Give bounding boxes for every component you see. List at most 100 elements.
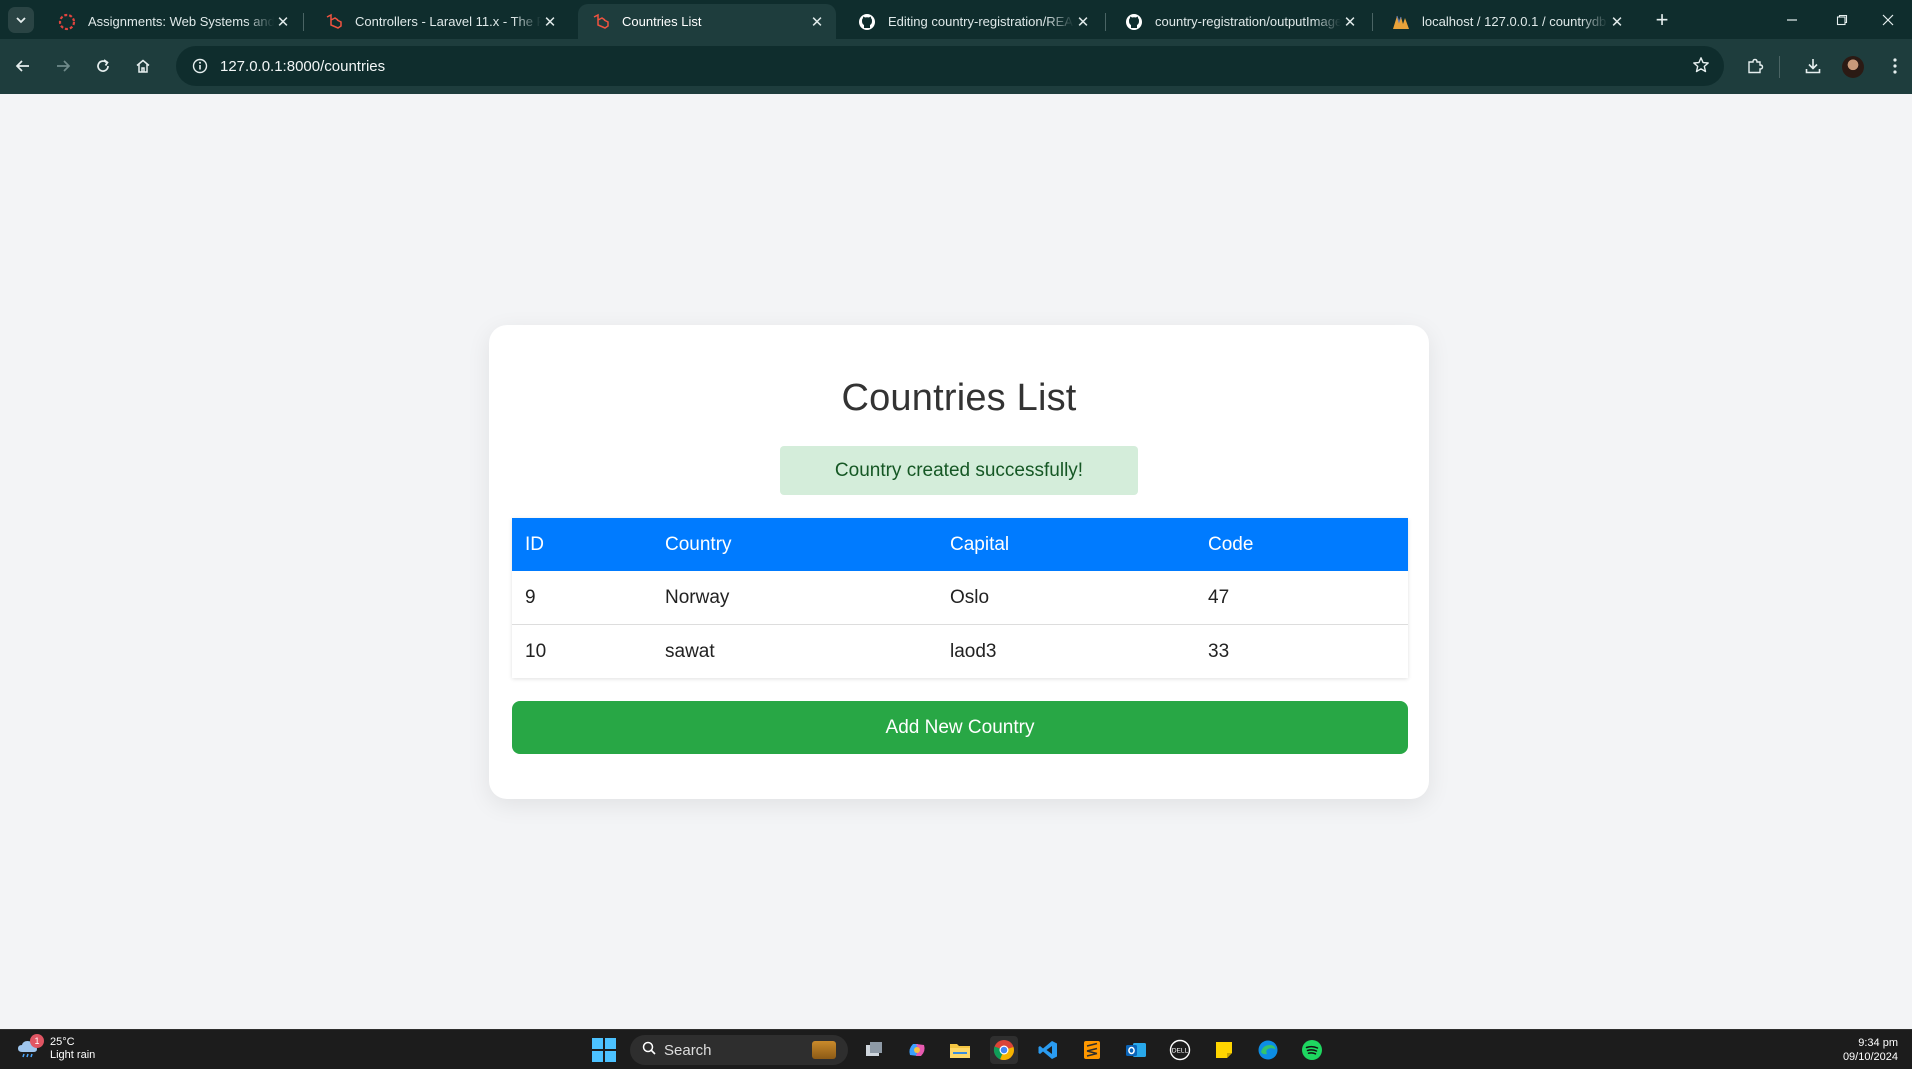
laravel-icon: [592, 13, 610, 31]
taskbar-search[interactable]: Search: [630, 1035, 848, 1065]
column-header-country: Country: [652, 518, 937, 571]
browser-toolbar: 127.0.0.1:8000/countries: [0, 39, 1912, 94]
start-button[interactable]: [592, 1038, 616, 1062]
cell-country: Norway: [652, 571, 937, 625]
table-row: 10 sawat laod3 33: [512, 624, 1408, 678]
column-header-id: ID: [512, 518, 652, 571]
task-view-icon[interactable]: [860, 1036, 888, 1064]
rain-cloud-icon: 1: [16, 1034, 44, 1060]
tab-search-button[interactable]: [8, 6, 34, 33]
tab-phpmyadmin[interactable]: localhost / 127.0.0.1 / countrydb / ✕: [1378, 4, 1636, 39]
close-icon[interactable]: ✕: [1074, 13, 1092, 31]
tab-laravel-controllers[interactable]: Controllers - Laravel 11.x - The PHP ✕: [311, 4, 569, 39]
more-vertical-icon: [1893, 58, 1897, 74]
page-title: Countries List: [841, 377, 1077, 419]
puzzle-icon: [1748, 58, 1764, 74]
download-icon: [1805, 59, 1821, 74]
tab-title: Assignments: Web Systems and Te: [88, 14, 274, 29]
new-tab-button[interactable]: +: [1648, 6, 1676, 34]
outlook-icon[interactable]: [1122, 1036, 1150, 1064]
browser-menu-button[interactable]: [1878, 49, 1912, 83]
weather-condition: Light rain: [50, 1049, 96, 1061]
windows-logo-icon: [592, 1038, 603, 1049]
forward-button[interactable]: [46, 49, 80, 83]
cell-code: 33: [1195, 624, 1408, 678]
sticky-notes-icon[interactable]: [1210, 1036, 1238, 1064]
close-icon[interactable]: ✕: [274, 13, 292, 31]
address-bar[interactable]: 127.0.0.1:8000/countries: [176, 46, 1724, 86]
countries-card: Countries List Country created successfu…: [489, 325, 1429, 799]
tab-title: Editing country-registration/README: [888, 14, 1074, 29]
weather-temp: 25°C: [50, 1036, 75, 1048]
site-info-icon[interactable]: [190, 56, 210, 76]
cell-id: 10: [512, 624, 652, 678]
sublime-text-icon[interactable]: [1078, 1036, 1106, 1064]
close-icon[interactable]: ✕: [541, 13, 559, 31]
cell-id: 9: [512, 571, 652, 625]
cell-country: sawat: [652, 624, 937, 678]
tab-github-output-images[interactable]: country-registration/outputImages ✕: [1111, 4, 1369, 39]
dell-icon[interactable]: DELL: [1166, 1036, 1194, 1064]
tab-github-readme[interactable]: Editing country-registration/README ✕: [844, 4, 1102, 39]
close-icon[interactable]: ✕: [1341, 13, 1359, 31]
tab-divider: [303, 13, 304, 31]
bookmark-star-icon[interactable]: [1692, 56, 1710, 79]
phpmyadmin-icon: [1392, 13, 1410, 31]
close-icon[interactable]: ✕: [808, 13, 826, 31]
tab-title: localhost / 127.0.0.1 / countrydb /: [1422, 14, 1608, 29]
file-explorer-icon[interactable]: [946, 1036, 974, 1064]
cell-capital: Oslo: [937, 571, 1195, 625]
weather-badge: 1: [30, 1034, 44, 1048]
vscode-icon[interactable]: [1034, 1036, 1062, 1064]
minimize-button[interactable]: [1764, 0, 1820, 39]
edge-icon[interactable]: [1254, 1036, 1282, 1064]
address-url[interactable]: 127.0.0.1:8000/countries: [220, 58, 385, 75]
clock-date: 09/10/2024: [1842, 1051, 1898, 1063]
chevron-down-icon: [16, 16, 26, 23]
windows-taskbar: 1 25°C Light rain Search DELL 9:34 pm 09…: [0, 1029, 1912, 1069]
success-alert: Country created successfully!: [780, 446, 1138, 495]
chrome-icon[interactable]: [990, 1036, 1018, 1064]
tab-title: Controllers - Laravel 11.x - The PHP: [355, 14, 541, 29]
close-icon: [1882, 14, 1894, 25]
home-icon: [136, 59, 150, 73]
column-header-capital: Capital: [937, 518, 1195, 571]
table-row: 9 Norway Oslo 47: [512, 571, 1408, 625]
spotify-icon[interactable]: [1298, 1036, 1326, 1064]
close-window-button[interactable]: [1860, 0, 1912, 39]
back-button[interactable]: [6, 49, 40, 83]
clock-time: 9:34 pm: [1858, 1037, 1898, 1049]
countries-table: ID Country Capital Code 9 Norway Oslo 47…: [512, 518, 1408, 678]
tab-divider: [1105, 13, 1106, 31]
column-header-code: Code: [1195, 518, 1408, 571]
reload-icon: [97, 59, 109, 72]
extensions-button[interactable]: [1738, 49, 1772, 83]
home-button[interactable]: [126, 49, 160, 83]
restore-icon: [1836, 14, 1848, 25]
reload-button[interactable]: [86, 49, 120, 83]
copilot-icon[interactable]: [903, 1036, 931, 1064]
search-icon: [642, 1041, 656, 1059]
tab-title: Countries List: [622, 14, 702, 29]
profile-avatar[interactable]: [1842, 56, 1864, 78]
tab-assignments[interactable]: Assignments: Web Systems and Te ✕: [44, 4, 302, 39]
table-header-row: ID Country Capital Code: [512, 518, 1408, 571]
arrow-left-icon: [15, 60, 29, 72]
cell-capital: laod3: [937, 624, 1195, 678]
browser-tab-strip: Assignments: Web Systems and Te ✕ Contro…: [0, 0, 1912, 39]
search-placeholder: Search: [664, 1041, 712, 1059]
downloads-button[interactable]: [1796, 49, 1830, 83]
github-icon: [858, 13, 876, 31]
tab-divider: [1372, 13, 1373, 31]
close-icon[interactable]: ✕: [1608, 13, 1626, 31]
tab-countries-list[interactable]: Countries List ✕: [578, 4, 836, 39]
system-clock[interactable]: 9:34 pm 09/10/2024: [1843, 1036, 1898, 1064]
tab-title: country-registration/outputImages: [1155, 14, 1341, 29]
add-new-country-button[interactable]: Add New Country: [512, 701, 1408, 754]
svg-text:DELL: DELL: [1172, 1048, 1189, 1055]
github-icon: [1125, 13, 1143, 31]
laravel-icon: [325, 13, 343, 31]
toolbar-divider: [1779, 56, 1780, 78]
cell-code: 47: [1195, 571, 1408, 625]
weather-widget[interactable]: 1 25°C Light rain: [16, 1034, 96, 1062]
